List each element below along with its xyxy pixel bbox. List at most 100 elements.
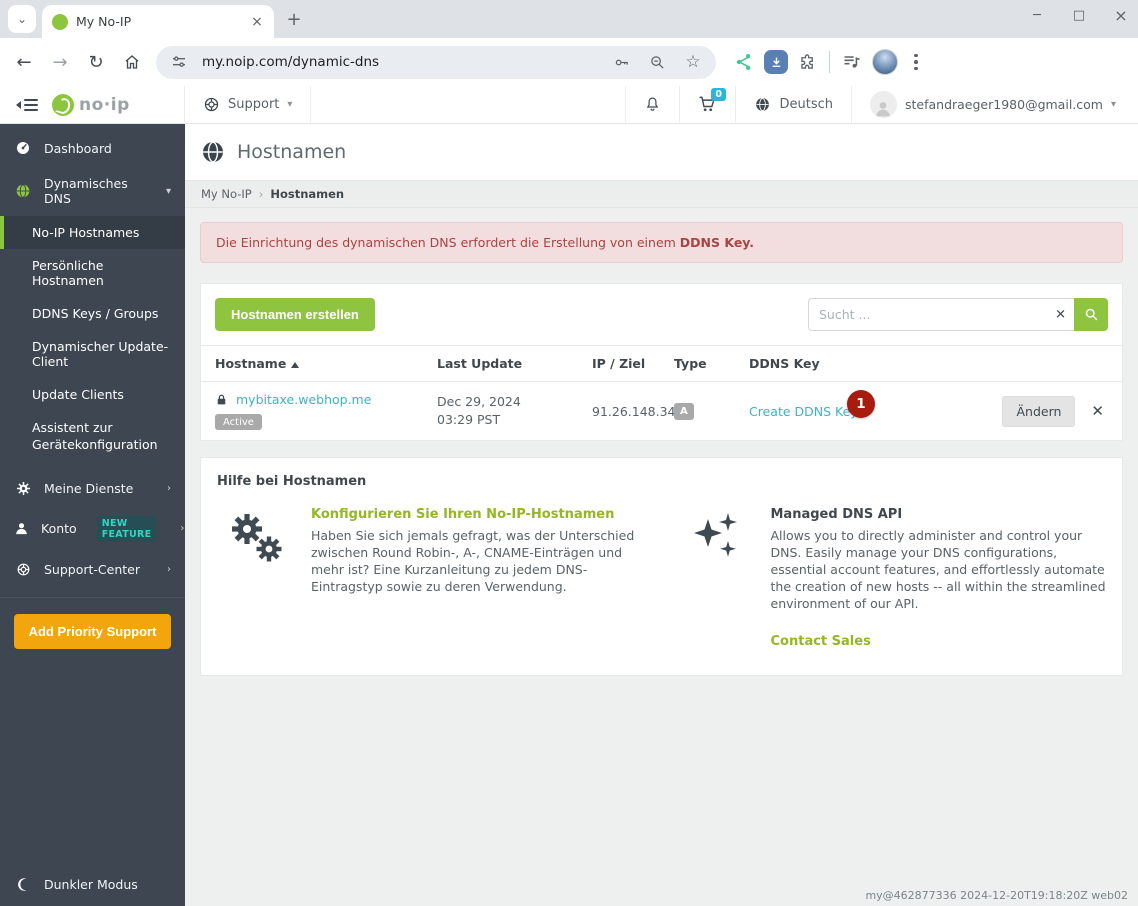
sidebar-item-label: Dynamisches DNS — [44, 176, 128, 206]
column-header-ddns-key[interactable]: DDNS Key — [749, 346, 990, 381]
tab-close-icon[interactable]: × — [248, 13, 266, 31]
ddns-key-cell: Create DDNS Key 1 — [749, 389, 990, 429]
window-maximize-button[interactable]: □ — [1072, 8, 1086, 23]
last-update-cell: Dec 29, 2024 03:29 PST — [437, 383, 592, 439]
sidebar-item-support-center[interactable]: Support-Center › — [0, 552, 185, 587]
help-title: Hilfe bei Hostnamen — [217, 474, 367, 489]
forward-button[interactable]: → — [44, 46, 76, 78]
window-minimize-button[interactable]: ─ — [1030, 8, 1044, 23]
plus-icon: + — [286, 8, 302, 30]
support-menu[interactable]: Support ▾ — [185, 86, 312, 123]
sidebar-item-personal-hostnames[interactable]: Persönliche Hostnamen — [0, 249, 185, 297]
edit-button[interactable]: Ändern — [1002, 395, 1076, 427]
extensions-icon[interactable] — [798, 53, 817, 72]
hostname-link[interactable]: mybitaxe.webhop.me — [236, 392, 371, 407]
notifications-button[interactable] — [625, 86, 679, 123]
bookmark-star-icon[interactable]: ☆ — [680, 49, 706, 75]
table-header: Hostname Last Update IP / Ziel Type DDNS… — [201, 345, 1122, 382]
browser-profile-avatar[interactable] — [872, 49, 898, 75]
sidebar-item-dashboard[interactable]: Dashboard — [0, 130, 185, 166]
sidebar-item-update-client[interactable]: Dynamischer Update-Client — [0, 330, 185, 378]
globe-green-icon — [14, 183, 32, 199]
breadcrumb-root[interactable]: My No-IP — [201, 187, 252, 201]
address-bar[interactable]: my.noip.com/dynamic-dns ☆ — [156, 45, 716, 79]
help-managed-dns-block: Managed DNS API Allows you to directly a… — [677, 507, 1107, 649]
sidebar-collapse-icon[interactable] — [16, 98, 38, 111]
chevron-down-icon: ⌄ — [16, 12, 28, 26]
column-header-ip[interactable]: IP / Ziel — [592, 346, 674, 381]
home-button[interactable] — [116, 46, 148, 78]
url-text[interactable]: my.noip.com/dynamic-dns — [202, 54, 598, 70]
column-header-hostname[interactable]: Hostname — [215, 346, 437, 381]
noip-logo-icon — [52, 93, 74, 116]
chevron-down-icon: ▾ — [287, 99, 293, 110]
user-menu[interactable]: stefandraeger1980@gmail.com ▾ — [850, 86, 1138, 123]
reload-button[interactable]: ↻ — [80, 46, 112, 78]
language-menu[interactable]: Deutsch — [735, 86, 851, 123]
cart-button[interactable]: 0 — [679, 86, 735, 123]
status-badge: Active — [215, 414, 262, 430]
sidebar-item-label: Dashboard — [44, 140, 112, 156]
search-clear-icon[interactable]: ✕ — [1055, 307, 1066, 322]
hostnames-card: Hostnamen erstellen ✕ Hostname Last Upda… — [200, 283, 1123, 441]
add-priority-support-button[interactable]: Add Priority Support — [14, 613, 171, 649]
window-close-button[interactable]: × — [1114, 6, 1128, 25]
record-type-badge: A — [674, 403, 694, 420]
configure-hostname-link[interactable]: Konfigurieren Sie Ihren No-IP-Hostnamen — [311, 507, 614, 522]
sidebar-item-update-clients[interactable]: Update Clients — [0, 378, 185, 411]
contact-sales-link[interactable]: Contact Sales — [771, 634, 871, 649]
ddns-alert: Die Einrichtung des dynamischen DNS erfo… — [200, 222, 1123, 263]
brand-block: no·ip — [0, 86, 185, 123]
zoom-out-icon[interactable] — [644, 49, 670, 75]
search-group: ✕ — [808, 298, 1108, 331]
help-configure-block: Konfigurieren Sie Ihren No-IP-Hostnamen … — [217, 507, 647, 649]
create-ddns-key-link[interactable]: Create DDNS Key — [749, 404, 858, 419]
sidebar-item-konto[interactable]: Konto NEW FEATURE › — [0, 506, 185, 552]
annotation-step-1: 1 — [847, 389, 875, 418]
column-header-type[interactable]: Type — [674, 346, 749, 381]
gears-icon — [217, 507, 295, 649]
sidebar-item-device-wizard[interactable]: Assistent zur Gerätekonfiguration — [0, 411, 160, 463]
column-header-last-update[interactable]: Last Update — [437, 346, 592, 381]
sparkles-icon — [677, 507, 755, 649]
sidebar-item-meine-dienste[interactable]: Meine Dienste › — [0, 471, 185, 506]
search-button[interactable] — [1074, 298, 1108, 331]
sidebar-item-label: Support-Center — [44, 561, 140, 577]
sort-ascending-icon — [291, 362, 300, 368]
media-playlist-icon[interactable] — [842, 52, 862, 72]
user-email: stefandraeger1980@gmail.com — [904, 97, 1103, 112]
create-hostname-button[interactable]: Hostnamen erstellen — [215, 298, 375, 331]
support-label: Support — [228, 97, 280, 112]
dark-mode-toggle[interactable]: Dunkler Modus — [0, 863, 185, 906]
tab-search-button[interactable]: ⌄ — [8, 5, 36, 33]
sidebar-item-label: Meine Dienste — [44, 480, 134, 496]
last-update-time: 03:29 PST — [437, 412, 501, 427]
help-section: Hilfe bei Hostnamen Konfigurieren Sie Ih… — [200, 457, 1123, 677]
user-avatar — [869, 91, 897, 118]
life-ring-icon — [14, 562, 32, 577]
globe-icon — [203, 141, 223, 163]
delete-row-icon[interactable]: ✕ — [1091, 402, 1104, 420]
browser-tab[interactable]: My No-IP × — [42, 5, 274, 38]
noip-logo[interactable]: no·ip — [52, 93, 130, 116]
download-icon[interactable] — [764, 50, 788, 74]
page-title: Hostnamen — [237, 141, 347, 163]
share-icon[interactable] — [734, 52, 754, 72]
browser-menu-icon[interactable] — [908, 50, 928, 75]
cart-badge: 0 — [710, 88, 727, 101]
breadcrumb-separator: › — [258, 187, 264, 201]
ip-cell: 91.26.148.34 — [592, 403, 676, 419]
site-settings-icon[interactable] — [166, 49, 192, 75]
sidebar: Dashboard Dynamisches DNS ▾ No-IP Hostna… — [0, 124, 185, 906]
dark-mode-label: Dunkler Modus — [44, 877, 138, 892]
sidebar-item-ddns-keys[interactable]: DDNS Keys / Groups — [0, 297, 185, 330]
breadcrumb-current: Hostnamen — [270, 187, 345, 201]
back-button[interactable]: ← — [8, 46, 40, 78]
search-input[interactable] — [808, 298, 1074, 331]
chevron-right-icon: › — [167, 482, 171, 494]
sidebar-item-noip-hostnames[interactable]: No-IP Hostnames — [0, 216, 185, 249]
app-topbar: no·ip Support ▾ 0 Deutsch stefandraeger1… — [0, 86, 1138, 124]
new-tab-button[interactable]: + — [280, 5, 308, 33]
password-key-icon[interactable] — [608, 49, 634, 75]
sidebar-item-dynamic-dns[interactable]: Dynamisches DNS ▾ — [0, 166, 185, 216]
